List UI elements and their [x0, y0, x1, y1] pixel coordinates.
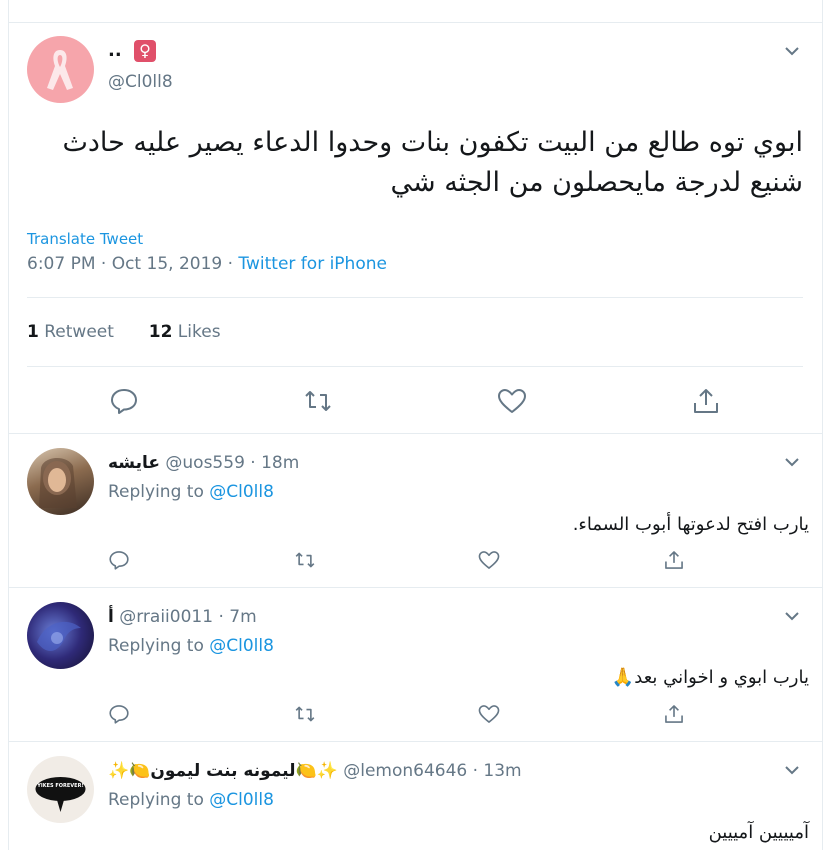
replying-to: Replying to @Cl0ll8 — [108, 636, 274, 656]
reply-divider — [8, 741, 823, 742]
likes-stat[interactable]: 12 Likes — [149, 322, 221, 342]
avatar-photo — [37, 621, 81, 652]
chevron-down-icon[interactable] — [782, 452, 802, 472]
reply-avatar[interactable] — [27, 602, 94, 669]
chevron-down-icon[interactable] — [782, 606, 802, 626]
reply-divider — [8, 587, 823, 588]
reply-icon[interactable] — [109, 386, 139, 416]
tweet-meta: 6:07 PM · Oct 15, 2019 · Twitter for iPh… — [27, 254, 387, 274]
reply-author[interactable]: أ @rraii0011 · 7m — [108, 607, 257, 627]
tweet-time[interactable]: 6:07 PM · Oct 15, 2019 · — [27, 254, 238, 274]
main-avatar[interactable] — [27, 36, 94, 103]
chevron-down-icon[interactable] — [782, 760, 802, 780]
like-icon[interactable] — [478, 549, 500, 571]
main-handle[interactable]: @Cl0ll8 — [108, 72, 173, 92]
stats-bottom-divider — [27, 366, 803, 367]
reply-text: يارب افتح لدعوتها أبوب السماء. — [572, 514, 809, 535]
stats-top-divider — [27, 297, 803, 298]
tweet-stats: 1 Retweet 12 Likes — [27, 322, 221, 342]
reply-icon[interactable] — [108, 703, 130, 725]
avatar-photo — [39, 457, 77, 508]
chevron-down-icon[interactable] — [782, 41, 802, 61]
share-icon[interactable] — [691, 386, 721, 416]
top-divider — [8, 22, 823, 23]
retweet-icon[interactable] — [294, 703, 316, 725]
share-icon[interactable] — [663, 549, 685, 571]
avatar-photo — [35, 777, 86, 812]
female-sign-emoji: ♀ — [133, 40, 156, 62]
reply-text: يارب ابوي و اخواني بعد🙏 — [611, 667, 809, 688]
replying-to: Replying to @Cl0ll8 — [108, 482, 274, 502]
main-display-name[interactable]: .. ♀ — [108, 40, 156, 62]
tweet-text: ابوي توه طالع من البيت تكفون بنات وحدوا … — [62, 127, 803, 198]
ribbon-icon — [47, 50, 73, 90]
retweets-stat[interactable]: 1 Retweet — [27, 322, 114, 342]
like-icon[interactable] — [497, 386, 527, 416]
retweet-icon[interactable] — [294, 549, 316, 571]
like-icon[interactable] — [478, 703, 500, 725]
avatar-logo-text: YIKES FOREVER! — [37, 783, 84, 789]
reply-icon[interactable] — [108, 549, 130, 571]
reply-author[interactable]: عايشه @uos559 · 18m — [108, 453, 299, 473]
reply-avatar[interactable] — [27, 448, 94, 515]
translate-tweet-link[interactable]: Translate Tweet — [27, 230, 143, 248]
replying-to: Replying to @Cl0ll8 — [108, 790, 274, 810]
reply-text: آميييين آمييين — [708, 822, 809, 843]
share-icon[interactable] — [663, 703, 685, 725]
retweet-icon[interactable] — [303, 386, 333, 416]
tweet-source[interactable]: Twitter for iPhone — [238, 254, 387, 274]
reply-divider — [8, 433, 823, 434]
reply-author[interactable]: ✨🍋ليمونه بنت ليمون🍋✨ @lemon64646 · 13m — [108, 761, 522, 781]
reply-avatar[interactable]: YIKES FOREVER! — [27, 756, 94, 823]
